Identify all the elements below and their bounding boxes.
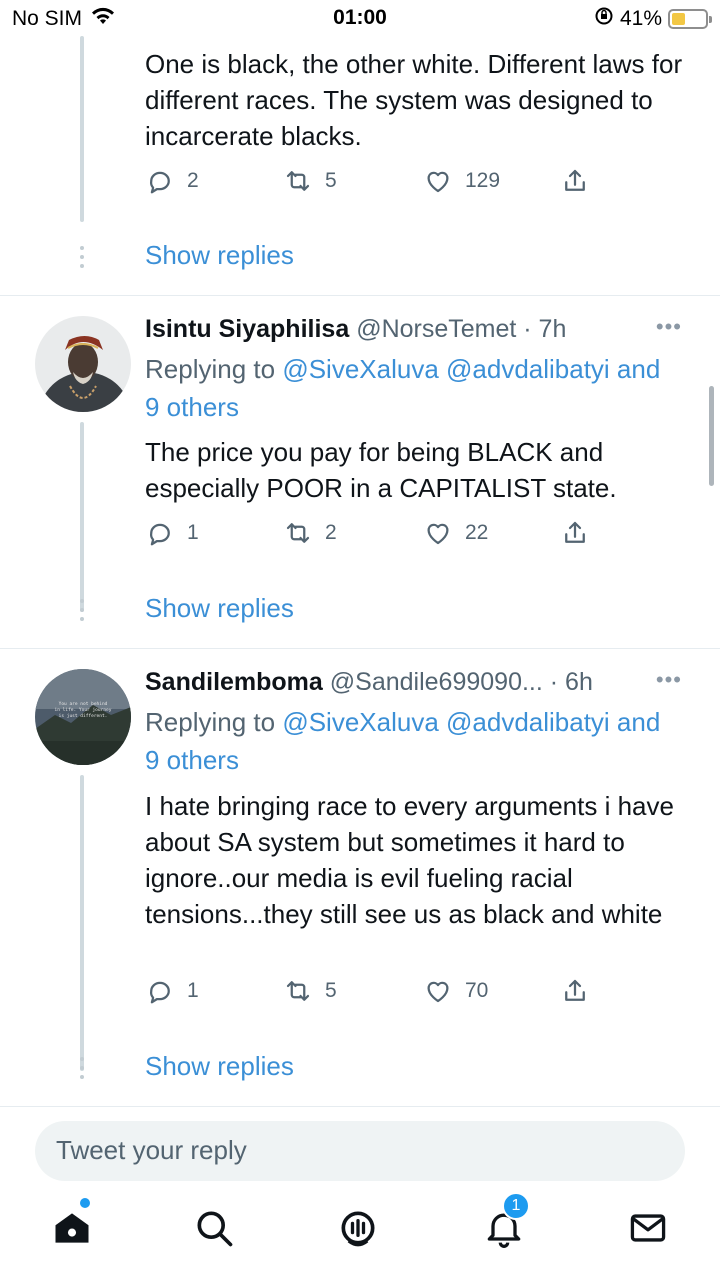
reply-count: 1 [187, 521, 199, 544]
tab-messages[interactable] [626, 1206, 674, 1254]
avatar[interactable]: You are not behind in life. Your journey… [35, 669, 131, 765]
reply-button[interactable]: 2 [145, 166, 199, 196]
reply-icon [150, 523, 170, 546]
tweet-actions: 1 2 22 [145, 518, 645, 558]
like-button[interactable]: 129 [423, 166, 500, 196]
share-button[interactable] [560, 518, 590, 548]
more-replies-dots [80, 1057, 84, 1084]
replying-prefix: Replying to [145, 354, 276, 384]
retweet-button[interactable]: 2 [283, 518, 337, 548]
author-name[interactable]: Isintu Siyaphilisa [145, 315, 349, 343]
tab-search[interactable] [192, 1206, 240, 1254]
tweet-header: Isintu Siyaphilisa @NorseTemet · 7h [145, 312, 645, 346]
tab-home[interactable] [50, 1198, 98, 1254]
show-replies-link[interactable]: Show replies [145, 240, 294, 271]
retweet-icon [286, 523, 310, 543]
tweet-feed[interactable]: One is black, the other white. Different… [0, 36, 720, 1106]
battery-icon [668, 9, 712, 29]
reply-count: 2 [187, 169, 199, 192]
reply-bar: Tweet your reply [0, 1106, 720, 1186]
tweet-text: One is black, the other white. Different… [145, 49, 683, 151]
replying-to: Replying to @SiveXaluva @advdalibatyi an… [145, 703, 695, 779]
reply-count: 1 [187, 979, 199, 1002]
retweet-button[interactable]: 5 [283, 166, 337, 196]
replying-others-link[interactable]: 9 others [145, 745, 239, 775]
retweet-count: 2 [325, 521, 337, 544]
replying-prefix: Replying to [145, 707, 276, 737]
reply-icon [150, 981, 170, 1004]
heart-icon [427, 523, 449, 545]
show-replies-row[interactable]: Show replies [0, 1049, 720, 1093]
scrollbar[interactable] [709, 386, 714, 486]
thread-line [80, 36, 84, 222]
avatar[interactable] [35, 316, 131, 412]
share-icon [565, 521, 585, 543]
more-replies-dots [80, 246, 84, 273]
like-button[interactable]: 70 [423, 976, 488, 1006]
search-icon [197, 1211, 233, 1247]
home-icon [55, 1213, 89, 1243]
reply-icon [150, 171, 170, 194]
tab-spaces[interactable] [336, 1206, 384, 1254]
tweet-reply-input[interactable]: Tweet your reply [35, 1121, 685, 1181]
share-icon [565, 979, 585, 1001]
reply-button[interactable]: 1 [145, 976, 199, 1006]
tab-notifications[interactable]: 1 [482, 1192, 530, 1254]
show-replies-row[interactable]: Show replies [0, 238, 720, 282]
svg-text:is just different.: is just different. [59, 713, 108, 719]
notification-badge: 1 [502, 1192, 530, 1220]
tweet-text: I hate bringing race to every arguments … [145, 791, 674, 929]
like-count: 129 [465, 169, 501, 192]
tweet-1[interactable]: One is black, the other white. Different… [0, 36, 720, 296]
replying-users-link[interactable]: @SiveXaluva @advdalibatyi and [282, 354, 660, 384]
more-options-icon[interactable]: ••• [656, 667, 682, 693]
reply-button[interactable]: 1 [145, 518, 199, 548]
retweet-icon [286, 981, 310, 1001]
thread-line [80, 775, 84, 1071]
messages-icon [630, 1214, 666, 1242]
share-icon [565, 169, 585, 191]
retweet-count: 5 [325, 979, 337, 1002]
battery-percent: 41% [619, 7, 662, 30]
heart-icon [427, 171, 449, 193]
home-new-dot [80, 1198, 90, 1208]
thread-line [80, 422, 84, 612]
bottom-tab-bar: 1 [0, 1186, 720, 1280]
share-button[interactable] [560, 976, 590, 1006]
tweet-3[interactable]: You are not behind in life. Your journey… [0, 649, 720, 1106]
retweet-icon [286, 171, 310, 191]
replying-users-link[interactable]: @SiveXaluva @advdalibatyi and [282, 707, 660, 737]
replying-others-link[interactable]: 9 others [145, 392, 239, 422]
tweet-actions: 2 5 129 [145, 166, 645, 206]
spaces-icon [341, 1211, 375, 1247]
tweet-actions: 1 5 70 [145, 976, 645, 1016]
author-handle[interactable]: @Sandile699090... · 6h [330, 668, 593, 696]
rotation-lock-icon [594, 6, 614, 32]
like-button[interactable]: 22 [423, 518, 488, 548]
svg-text:You are not behind: You are not behind [59, 701, 108, 707]
replying-to: Replying to @SiveXaluva @advdalibatyi an… [145, 350, 695, 426]
status-bar: No SIM 01:00 41% [0, 0, 720, 36]
more-options-icon[interactable]: ••• [656, 314, 682, 340]
svg-text:in life. Your journey: in life. Your journey [55, 707, 112, 713]
tweet-text: The price you pay for being BLACK and es… [145, 437, 617, 503]
like-count: 70 [465, 979, 489, 1002]
tweet-2[interactable]: Isintu Siyaphilisa @NorseTemet · 7h ••• … [0, 296, 720, 649]
more-replies-dots [80, 599, 84, 626]
author-handle[interactable]: @NorseTemet · 7h [356, 315, 566, 343]
tweet-header: Sandilemboma @Sandile699090... · 6h [145, 665, 645, 699]
show-replies-link[interactable]: Show replies [145, 1051, 294, 1082]
heart-icon [427, 981, 449, 1003]
show-replies-link[interactable]: Show replies [145, 593, 294, 624]
retweet-button[interactable]: 5 [283, 976, 337, 1006]
share-button[interactable] [560, 166, 590, 196]
retweet-count: 5 [325, 169, 337, 192]
author-name[interactable]: Sandilemboma [145, 668, 323, 696]
show-replies-row[interactable]: Show replies [0, 591, 720, 635]
like-count: 22 [465, 521, 489, 544]
